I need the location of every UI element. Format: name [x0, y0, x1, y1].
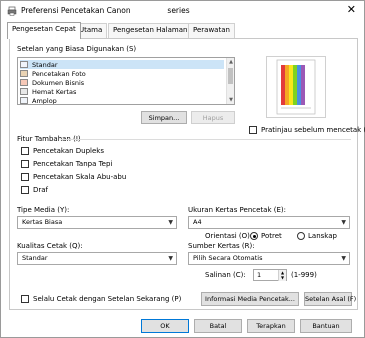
radio-selected-dot — [252, 234, 256, 238]
scroll-up-icon[interactable]: ▲ — [227, 58, 234, 66]
print-quality-label: Kualitas Cetak (Q): — [17, 242, 83, 250]
model-name-blank — [133, 7, 166, 13]
scroll-down-icon[interactable]: ▼ — [227, 96, 234, 104]
help-button[interactable]: Bantuan — [300, 319, 352, 333]
duplex-checkbox[interactable] — [21, 147, 29, 155]
list-item[interactable]: Dokumen Bisnis — [20, 78, 84, 87]
envelope-icon — [20, 97, 28, 104]
paper-source-label: Sumber Kertas (R): — [188, 242, 255, 250]
chevron-down-icon: ▼ — [341, 255, 346, 262]
chevron-down-icon: ▼ — [168, 219, 173, 226]
preview-stripe — [281, 65, 285, 105]
common-settings-label: Setelan yang Biasa Digunakan (S) — [17, 45, 137, 53]
close-icon[interactable]: ✕ — [347, 4, 356, 16]
draft-checkbox[interactable] — [21, 186, 29, 194]
tab-quick-setup[interactable]: Pengesetan Cepat — [7, 22, 81, 39]
copies-label: Salinan (C): — [205, 271, 246, 279]
preview-image — [276, 59, 316, 115]
print-quality-select[interactable]: Standar ▼ — [17, 252, 177, 265]
scroll-thumb[interactable] — [228, 68, 233, 84]
list-item[interactable]: Pencetakan Foto — [20, 69, 86, 78]
list-item[interactable]: Standar — [20, 60, 224, 69]
portrait-radio[interactable] — [250, 232, 258, 240]
ok-button[interactable]: OK — [141, 319, 189, 333]
landscape-label: Lanskap — [308, 232, 337, 240]
paper-saving-icon — [20, 88, 28, 95]
paper-size-select[interactable]: A4 ▼ — [188, 216, 350, 229]
printer-icon — [7, 6, 17, 16]
copies-range: (1-999) — [291, 271, 317, 279]
window-title: Preferensi Pencetakan Canon series — [21, 6, 190, 15]
copies-value[interactable]: 1 — [257, 271, 261, 279]
tab-page-setup[interactable]: Pengesetan Halaman — [108, 23, 193, 38]
draft-label: Draf — [33, 186, 49, 194]
borderless-checkbox[interactable] — [21, 160, 29, 168]
landscape-radio[interactable] — [297, 232, 305, 240]
common-settings-list[interactable]: Standar Pencetakan Foto Dokumen Bisnis H… — [17, 57, 235, 105]
preview-stripe — [289, 65, 293, 105]
grayscale-checkbox[interactable] — [21, 173, 29, 181]
list-item[interactable]: Amplop — [20, 96, 57, 104]
delete-button[interactable]: Hapus — [191, 111, 235, 124]
media-info-button[interactable]: Informasi Media Pencetak... — [201, 292, 299, 306]
borderless-label: Pencetakan Tanpa Tepi — [33, 160, 113, 168]
defaults-button[interactable]: Setelan Asal (F) — [304, 292, 356, 306]
media-type-select[interactable]: Kertas Biasa ▼ — [17, 216, 177, 229]
portrait-label: Potret — [261, 232, 282, 240]
media-type-label: Tipe Media (Y): — [17, 206, 70, 214]
preview-before-print-checkbox[interactable] — [249, 126, 257, 134]
printing-preferences-window: Preferensi Pencetakan Canon series ✕ Pen… — [0, 0, 365, 338]
orientation-label: Orientasi (O): — [205, 232, 253, 240]
list-item[interactable]: Hemat Kertas — [20, 87, 76, 96]
list-scrollbar[interactable]: ▲ ▼ — [226, 58, 234, 104]
page-preview — [266, 56, 326, 118]
save-button[interactable]: Simpan... — [141, 111, 187, 124]
title-bar: Preferensi Pencetakan Canon series ✕ — [1, 1, 364, 21]
standard-settings-icon — [20, 61, 28, 68]
duplex-label: Pencetakan Dupleks — [33, 147, 105, 155]
chevron-down-icon: ▼ — [168, 255, 173, 262]
cancel-button[interactable]: Batal — [194, 319, 242, 333]
preview-before-print-label: Pratinjau sebelum mencetak (W) — [261, 126, 365, 134]
preview-stripe — [297, 65, 301, 105]
copies-stepper[interactable]: 1 ▲ ▼ — [253, 269, 287, 281]
group-divider — [61, 139, 351, 140]
apply-button[interactable]: Terapkan — [247, 319, 295, 333]
chevron-down-icon[interactable]: ▼ — [278, 275, 286, 281]
preview-stripe — [285, 65, 289, 105]
photo-icon — [20, 70, 28, 77]
chevron-down-icon: ▼ — [341, 219, 346, 226]
grayscale-label: Pencetakan Skala Abu-abu — [33, 173, 127, 181]
preview-stripe — [293, 65, 297, 105]
always-print-label: Selalu Cetak dengan Setelan Sekarang (P) — [33, 295, 182, 303]
document-icon — [20, 79, 28, 86]
paper-size-label: Ukuran Kertas Pencetak (E): — [188, 206, 286, 214]
paper-source-select[interactable]: Pilih Secara Otomatis ▼ — [188, 252, 350, 265]
preview-stripe — [301, 65, 305, 105]
always-print-checkbox[interactable] — [21, 295, 29, 303]
tab-maintenance[interactable]: Perawatan — [188, 23, 235, 38]
